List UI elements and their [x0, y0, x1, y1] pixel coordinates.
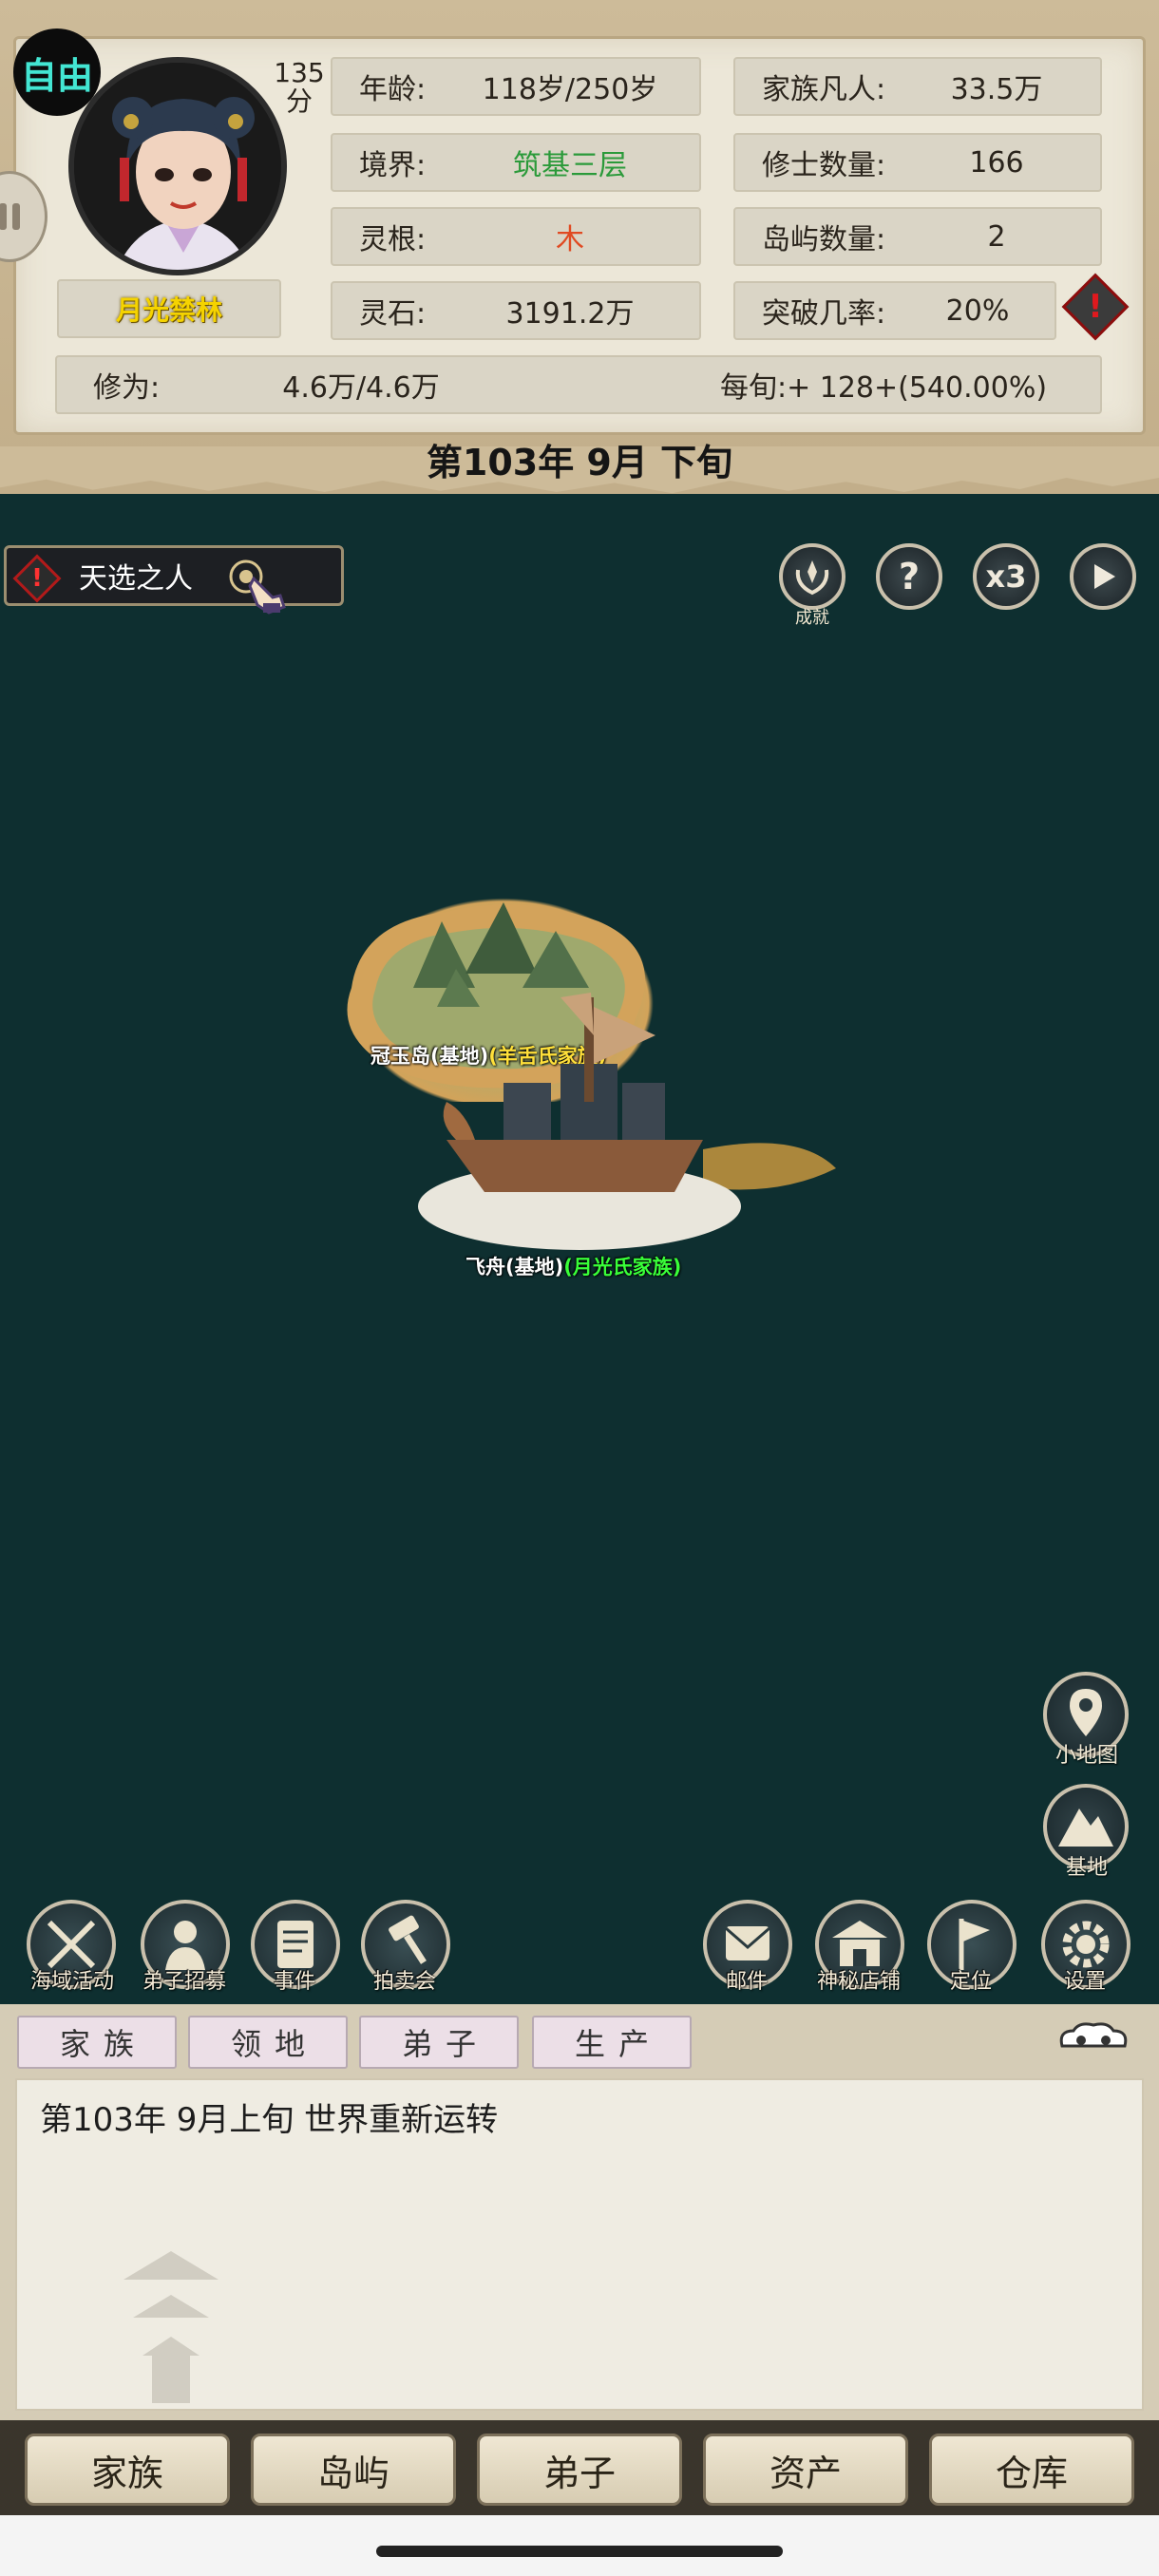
- ship-label: 飞舟(基地)(月光氏家族): [466, 1252, 681, 1280]
- minimap-label: 小地图: [1054, 1744, 1118, 1768]
- stat-cultivators-label: 修士数量:: [762, 149, 886, 182]
- stat-age: 年龄: 118岁/250岁: [331, 57, 701, 116]
- stat-cultivation-label: 修为:: [93, 371, 161, 405]
- locate-label: 定位: [949, 1970, 992, 1994]
- stat-age-label: 年龄:: [359, 73, 427, 106]
- score-value: 135 分: [266, 59, 332, 116]
- stat-age-value: 118岁/250岁: [482, 73, 658, 106]
- nav-assets[interactable]: 资产: [703, 2434, 908, 2506]
- play-button[interactable]: [1070, 543, 1136, 610]
- achievement-button[interactable]: [779, 543, 846, 610]
- stat-realm-label: 境界:: [359, 149, 427, 182]
- stat-cultivation-value: 4.6万/4.6万: [282, 371, 440, 405]
- tab-production[interactable]: 生产: [532, 2016, 692, 2069]
- pause-bars-icon: [0, 203, 20, 230]
- nav-warehouse[interactable]: 仓库: [929, 2434, 1134, 2506]
- character-name[interactable]: 月光禁林: [57, 279, 281, 338]
- stat-islands-value: 2: [987, 219, 1006, 254]
- home-indicator[interactable]: [376, 2546, 783, 2557]
- stat-cultivators-value: 166: [969, 145, 1024, 180]
- laurel-icon: [795, 560, 829, 596]
- warning-glyph: !: [1088, 288, 1103, 326]
- stat-cultivation: 修为: 4.6万/4.6万 每旬:+ 128+(540.00%): [55, 355, 1102, 414]
- flying-ship[interactable]: [418, 988, 836, 1273]
- date-title: 第103年 9月 下旬: [426, 442, 733, 483]
- speed-button[interactable]: x3: [973, 543, 1039, 610]
- nav-family[interactable]: 家族: [25, 2434, 230, 2506]
- pagoda-watermark-icon: [124, 2251, 218, 2403]
- base-label: 基地: [1065, 1856, 1108, 1880]
- stat-breakthrough-value: 20%: [945, 294, 1010, 328]
- quest-label: 天选之人: [79, 562, 193, 596]
- tab-disciples[interactable]: 弟子: [359, 2016, 519, 2069]
- auction-label: 拍卖会: [372, 1970, 436, 1994]
- score-unit: 分: [285, 85, 313, 117]
- cloud-toggle-icon[interactable]: [1053, 2017, 1134, 2059]
- character-avatar[interactable]: [68, 57, 287, 275]
- stat-breakthrough-label: 突破几率:: [762, 297, 886, 331]
- stat-mortals-label: 家族凡人:: [762, 73, 886, 106]
- stat-islands-label: 岛屿数量:: [762, 223, 886, 256]
- nav-islands[interactable]: 岛屿: [251, 2434, 456, 2506]
- stat-spirit-root-label: 灵根:: [359, 223, 427, 256]
- stat-spirit-root: 灵根: 木: [331, 207, 701, 266]
- quest-alert-icon: !: [12, 554, 62, 603]
- mode-badge[interactable]: 自由: [13, 28, 101, 116]
- stat-spirit-stones-value: 3191.2万: [505, 297, 635, 331]
- stat-mortals: 家族凡人: 33.5万: [733, 57, 1102, 116]
- stat-cultivators: 修士数量: 166: [733, 133, 1102, 192]
- play-icon: [1094, 564, 1115, 589]
- stat-realm: 境界: 筑基三层: [331, 133, 701, 192]
- stat-spirit-stones-label: 灵石:: [359, 297, 427, 331]
- ship-name: 飞舟(基地): [466, 1256, 564, 1279]
- tab-family[interactable]: 家族: [17, 2016, 177, 2069]
- stat-islands: 岛屿数量: 2: [733, 207, 1102, 266]
- stat-spirit-root-value: 木: [556, 223, 584, 256]
- log-entry: 第103年 9月上旬 世界重新运转: [40, 2101, 499, 2139]
- quest-alert-glyph: !: [31, 564, 43, 593]
- stat-mortals-value: 33.5万: [950, 73, 1043, 106]
- ship-family: (月光氏家族): [563, 1256, 682, 1279]
- stat-realm-value: 筑基三层: [513, 149, 627, 182]
- achievement-label: 成就: [795, 608, 829, 628]
- settings-label: 设置: [1063, 1970, 1106, 1994]
- nav-disciples[interactable]: 弟子: [477, 2434, 682, 2506]
- quest-tracker[interactable]: ! 天选之人: [4, 545, 344, 615]
- pointing-hand-icon: [229, 559, 286, 615]
- stat-breakthrough: 突破几率: 20%: [733, 281, 1056, 340]
- score-number: 135: [274, 57, 325, 88]
- stat-spirit-stones: 灵石: 3191.2万: [331, 281, 701, 340]
- tab-territory[interactable]: 领地: [188, 2016, 348, 2069]
- help-button[interactable]: ?: [876, 543, 942, 610]
- stat-cultivation-per-period: 每旬:+ 128+(540.00%): [719, 371, 1048, 405]
